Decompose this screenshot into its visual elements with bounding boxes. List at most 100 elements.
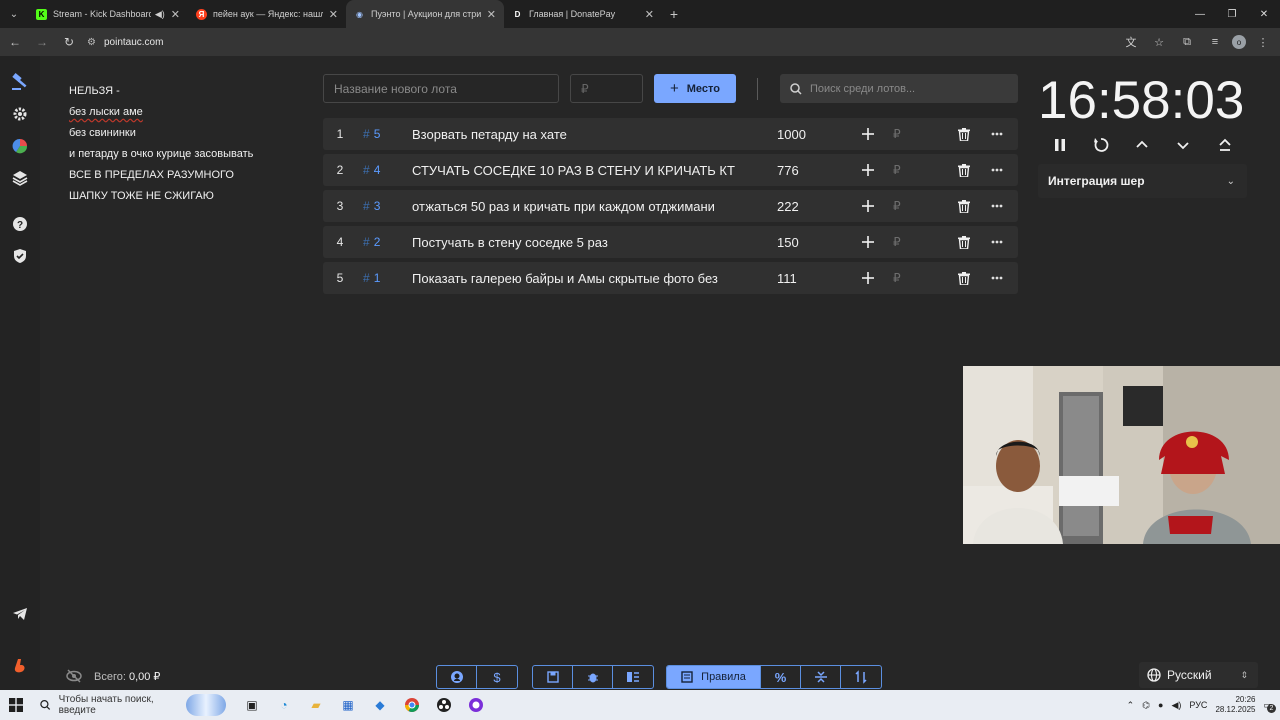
more-options-icon[interactable] xyxy=(989,233,1005,251)
sort-icon[interactable] xyxy=(841,666,881,688)
chevron-down-icon[interactable] xyxy=(1172,134,1194,156)
obs-icon[interactable] xyxy=(434,695,454,715)
lot-row[interactable]: 3 #3 отжаться 50 раз и кричать при каждом … xyxy=(323,190,1018,222)
lot-name[interactable]: Постучать в стену соседке 5 раз xyxy=(412,235,744,250)
lot-row[interactable]: 4 #2 Постучать в стену соседке 5 раз 150 ₽ xyxy=(323,226,1018,258)
add-amount-icon[interactable] xyxy=(860,233,876,251)
language-select[interactable]: Русский ⇕ xyxy=(1139,662,1258,688)
bookmark-star-icon[interactable]: ☆ xyxy=(1148,30,1170,54)
file-explorer-icon[interactable]: ▰ xyxy=(306,695,326,715)
lot-amount[interactable]: 150 xyxy=(777,235,799,250)
weather-widget-icon[interactable] xyxy=(185,694,226,716)
edge-icon[interactable]: ◔ xyxy=(274,695,294,715)
compress-icon[interactable] xyxy=(801,666,841,688)
tray-chevron-icon[interactable]: ⌃ xyxy=(1127,700,1135,711)
translate-icon[interactable]: 文 xyxy=(1120,30,1142,54)
add-amount-icon[interactable] xyxy=(860,269,876,287)
store-icon[interactable]: ▦ xyxy=(338,695,358,715)
chrome-icon[interactable] xyxy=(402,695,422,715)
save-icon[interactable] xyxy=(533,666,573,688)
extensions-icon[interactable]: ⧉ xyxy=(1176,30,1198,54)
settings-gear-icon[interactable] xyxy=(8,102,32,126)
taskbar-search[interactable]: Чтобы начать поиск, введите xyxy=(32,693,230,717)
pause-icon[interactable] xyxy=(1049,134,1071,156)
volume-icon[interactable]: ◀) xyxy=(1171,700,1181,711)
windows-start-icon[interactable] xyxy=(0,690,32,720)
trash-icon[interactable] xyxy=(956,233,972,251)
more-options-icon[interactable] xyxy=(989,197,1005,215)
address-bar[interactable]: ⚙ pointauc.com xyxy=(87,31,1115,53)
audio-icon[interactable]: ◀) xyxy=(155,9,165,20)
minimize-icon[interactable]: — xyxy=(1184,0,1216,28)
close-window-icon[interactable]: ✕ xyxy=(1248,0,1280,28)
price-input[interactable]: ₽ xyxy=(570,74,643,103)
site-info-icon[interactable]: ⚙ xyxy=(87,37,96,48)
add-amount-icon[interactable] xyxy=(860,161,876,179)
percent-icon[interactable]: % xyxy=(761,666,801,688)
trash-icon[interactable] xyxy=(956,125,972,143)
layers-icon[interactable] xyxy=(8,166,32,190)
tab-close-icon[interactable]: ✕ xyxy=(487,8,496,21)
hidden-eye-icon[interactable] xyxy=(66,669,82,683)
notifications-icon[interactable]: ▭2 xyxy=(1263,700,1276,713)
add-place-button[interactable]: + Место xyxy=(654,74,736,103)
lot-search-input[interactable]: Поиск среди лотов... xyxy=(780,74,1018,103)
lot-name[interactable]: Взорвать петарду на хате xyxy=(412,127,744,142)
chevron-up-icon[interactable] xyxy=(1131,134,1153,156)
microphone-icon[interactable]: ● xyxy=(1158,700,1163,710)
history-list-icon[interactable] xyxy=(613,666,653,688)
lot-row[interactable]: 2 #4 СТУЧАТЬ СОСЕДКЕ 10 РАЗ В СТЕНУ И КРИЧ… xyxy=(323,154,1018,186)
github-icon[interactable] xyxy=(437,666,477,688)
task-view-icon[interactable]: ▣ xyxy=(242,695,262,715)
lot-row[interactable]: 1 #5 Взорвать петарду на хате 1000 ₽ xyxy=(323,118,1018,150)
tab-close-icon[interactable]: ✕ xyxy=(329,8,338,21)
trash-icon[interactable] xyxy=(956,269,972,287)
auction-gavel-icon[interactable] xyxy=(8,70,32,94)
restart-icon[interactable] xyxy=(1090,134,1112,156)
boosty-icon[interactable] xyxy=(8,654,32,678)
reload-icon[interactable]: ↻ xyxy=(57,30,81,54)
app-icon[interactable]: ◆ xyxy=(370,695,390,715)
more-options-icon[interactable] xyxy=(989,161,1005,179)
browser-tab-3[interactable]: ◉ Пуэнто | Аукцион для стримеров ✕ xyxy=(346,0,504,28)
trash-icon[interactable] xyxy=(956,161,972,179)
tab-close-icon[interactable]: ✕ xyxy=(171,8,180,21)
browser-menu-icon[interactable]: ⋮ xyxy=(1252,30,1274,54)
lot-amount[interactable]: 1000 xyxy=(777,127,806,142)
keyboard-layout[interactable]: РУС xyxy=(1189,700,1207,710)
reading-list-icon[interactable]: ≡ xyxy=(1204,30,1226,54)
trash-icon[interactable] xyxy=(956,197,972,215)
lot-row[interactable]: 5 #1 Показать галерею байры и Амы скрытые … xyxy=(323,262,1018,294)
add-amount-icon[interactable] xyxy=(860,197,876,215)
browser-tab-1[interactable]: K Stream - Kick Dashboard ◀) ✕ xyxy=(28,0,188,28)
clock[interactable]: 20:26 28.12.2025 xyxy=(1215,695,1255,715)
wheel-icon[interactable] xyxy=(8,134,32,158)
new-lot-input[interactable]: Название нового лота xyxy=(323,74,559,103)
forward-icon[interactable]: → xyxy=(30,30,54,54)
lot-amount[interactable]: 222 xyxy=(777,199,799,214)
add-amount-icon[interactable] xyxy=(860,125,876,143)
bug-icon[interactable] xyxy=(573,666,613,688)
double-chevron-up-icon[interactable] xyxy=(1214,134,1236,156)
tab-close-icon[interactable]: ✕ xyxy=(645,8,654,21)
more-options-icon[interactable] xyxy=(989,125,1005,143)
lot-name[interactable]: отжаться 50 раз и кричать при каждом отд… xyxy=(412,199,744,214)
donate-dollar-icon[interactable]: $ xyxy=(477,666,517,688)
lot-amount[interactable]: 776 xyxy=(777,163,799,178)
tab-search-button[interactable]: ⌄ xyxy=(0,0,28,28)
lot-name[interactable]: СТУЧАТЬ СОСЕДКЕ 10 РАЗ В СТЕНУ И КРИЧАТЬ… xyxy=(412,163,744,178)
rules-button[interactable]: Правила xyxy=(667,666,761,688)
new-tab-button[interactable]: + xyxy=(662,6,686,22)
help-icon[interactable]: ? xyxy=(8,212,32,236)
lot-amount[interactable]: 111 xyxy=(777,271,797,286)
purple-app-icon[interactable] xyxy=(466,695,486,715)
telegram-icon[interactable] xyxy=(8,602,32,626)
browser-tab-2[interactable]: Я пейен аук — Яндекс: нашлось ✕ xyxy=(188,0,346,28)
profile-avatar[interactable]: o xyxy=(1232,35,1246,49)
network-icon[interactable]: ⌬ xyxy=(1142,700,1150,711)
integration-dropdown[interactable]: Интеграция шер ⌄ xyxy=(1038,164,1247,198)
lot-name[interactable]: Показать галерею байры и Амы скрытые фот… xyxy=(412,271,744,286)
more-options-icon[interactable] xyxy=(989,269,1005,287)
back-icon[interactable]: ← xyxy=(3,30,27,54)
browser-tab-4[interactable]: D Главная | DonatePay ✕ xyxy=(504,0,662,28)
